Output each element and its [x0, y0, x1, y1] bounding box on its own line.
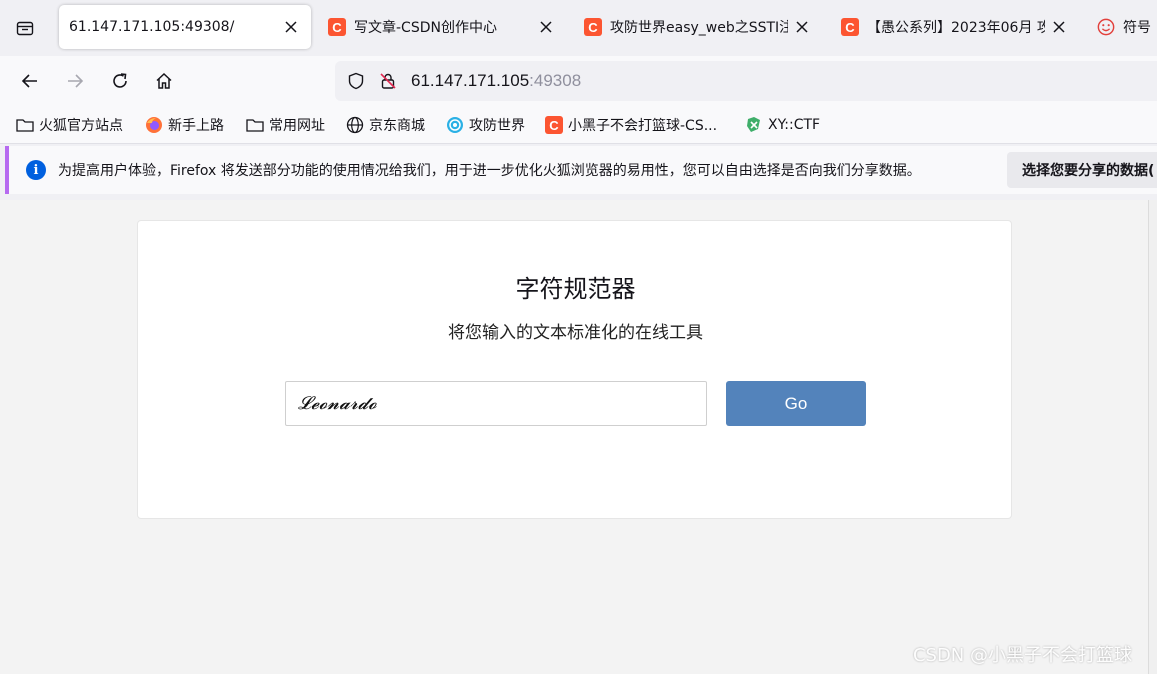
bookmark-label: 火狐官方站点: [39, 118, 123, 134]
bookmark-label: XY::CTF: [768, 117, 821, 133]
csdn-icon: C: [584, 18, 602, 36]
tab-title: 符号才: [1123, 20, 1151, 36]
bookmark-label: 新手上路: [168, 118, 224, 134]
bookmark-adworld[interactable]: 攻防世界: [446, 112, 525, 138]
folder-icon: [16, 116, 34, 134]
firefox-icon: [145, 116, 163, 134]
go-button[interactable]: Go: [726, 381, 866, 426]
globe-icon: [346, 116, 364, 134]
notification-message: 为提高用户体验，Firefox 将发送部分功能的使用情况给我们，用于进一步优化火…: [58, 163, 921, 179]
info-icon: i: [26, 160, 46, 180]
back-button[interactable]: [13, 64, 47, 98]
navigation-toolbar: 61.147.171.105:49308: [0, 56, 1157, 106]
choose-data-button[interactable]: 选择您要分享的数据(: [1007, 152, 1157, 188]
tab-list-icon: [16, 21, 34, 36]
bookmarks-toolbar: 火狐官方站点 新手上路 常用网址 京东商城 攻防世界 C 小黑子不会打篮球-CS…: [0, 106, 1157, 144]
csdn-icon: C: [328, 18, 346, 36]
tab-ssti-article[interactable]: C 攻防世界easy_web之SSTI注: [578, 5, 818, 49]
tab-yugong-article[interactable]: C 【愚公系列】2023年06月 攻: [835, 5, 1075, 49]
csdn-icon: C: [841, 18, 859, 36]
bookmark-getting-started[interactable]: 新手上路: [145, 112, 224, 138]
home-button[interactable]: [147, 64, 181, 98]
shield-icon[interactable]: [343, 68, 369, 94]
tab-symbols[interactable]: 符号才: [1091, 5, 1157, 49]
url-bar[interactable]: 61.147.171.105:49308: [335, 61, 1157, 101]
adworld-icon: [446, 116, 464, 134]
xyctf-icon: [745, 116, 763, 134]
insecure-lock-icon[interactable]: [375, 68, 401, 94]
bookmark-label: 常用网址: [269, 118, 325, 134]
close-tab-icon[interactable]: [536, 17, 556, 37]
reload-button[interactable]: [103, 64, 137, 98]
close-tab-icon[interactable]: [281, 17, 301, 37]
tab-strip: 61.147.171.105:49308/ C 写文章-CSDN创作中心 C 攻…: [0, 0, 1157, 56]
close-tab-icon[interactable]: [1049, 17, 1069, 37]
arrow-left-icon: [21, 74, 37, 88]
bookmark-firefox-official[interactable]: 火狐官方站点: [16, 112, 123, 138]
tab-title: 【愚公系列】2023年06月 攻: [867, 20, 1045, 36]
home-icon: [156, 72, 172, 89]
watermark: CSDN @小黑子不会打篮球: [912, 645, 1132, 666]
bookmark-label: 攻防世界: [469, 118, 525, 134]
page-subtitle: 将您输入的文本标准化的在线工具: [448, 323, 703, 343]
smiley-icon: [1097, 18, 1115, 36]
bookmark-common-sites[interactable]: 常用网址: [246, 112, 325, 138]
folder-icon: [246, 116, 264, 134]
bookmark-xyctf[interactable]: XY::CTF: [745, 112, 820, 138]
tab-title: 61.147.171.105:49308/: [69, 19, 235, 35]
url-port: :49308: [529, 71, 582, 90]
normalizer-card: 字符规范器 将您输入的文本标准化的在线工具 Go: [137, 220, 1012, 519]
tab-title: 写文章-CSDN创作中心: [354, 20, 497, 36]
text-input[interactable]: [285, 381, 707, 426]
bookmark-jd-mall[interactable]: 京东商城: [346, 112, 425, 138]
telemetry-notification-bar: i 为提高用户体验，Firefox 将发送部分功能的使用情况给我们，用于进一步优…: [5, 146, 1157, 194]
url-text: 61.147.171.105:49308: [411, 71, 581, 91]
bookmark-csdn-blog[interactable]: C 小黑子不会打篮球-CS...: [545, 112, 717, 138]
arrow-right-icon: [68, 74, 84, 88]
page-title: 字符规范器: [515, 275, 636, 303]
tab-list-button[interactable]: [6, 9, 44, 47]
close-tab-icon[interactable]: [792, 17, 812, 37]
bookmark-label: 京东商城: [369, 118, 425, 134]
page-content: 字符规范器 将您输入的文本标准化的在线工具 Go CSDN @小黑子不会打篮球: [0, 200, 1148, 674]
tab-csdn-editor[interactable]: C 写文章-CSDN创作中心: [322, 5, 562, 49]
reload-icon: [113, 73, 127, 88]
csdn-icon: C: [545, 116, 563, 134]
tab-title: 攻防世界easy_web之SSTI注: [610, 20, 788, 36]
url-host: 61.147.171.105: [411, 71, 530, 90]
tab-active[interactable]: 61.147.171.105:49308/: [59, 5, 311, 49]
forward-button[interactable]: [58, 64, 92, 98]
scrollbar[interactable]: [1148, 200, 1157, 674]
bookmark-label: 小黑子不会打篮球-CS...: [568, 118, 718, 134]
